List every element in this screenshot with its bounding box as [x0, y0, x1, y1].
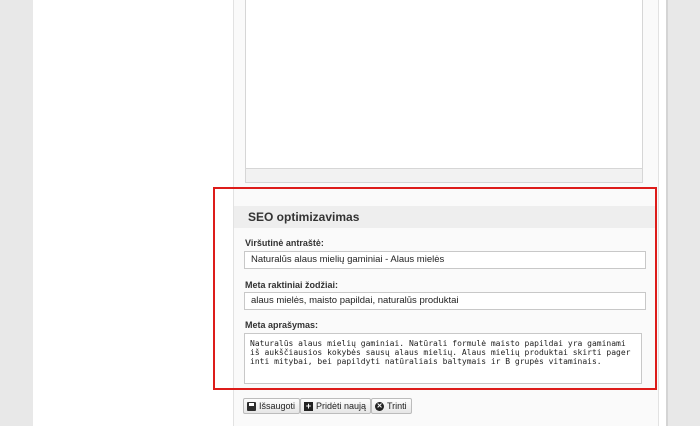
- floppy-disk-icon: [247, 401, 256, 411]
- panel-divider: [666, 0, 668, 426]
- rich-text-editor[interactable]: [245, 0, 643, 169]
- description-textarea[interactable]: Naturalūs alaus mielių gaminiai. Natūral…: [244, 333, 642, 384]
- heading-label: Viršutinė antraštė:: [245, 238, 324, 248]
- add-new-button[interactable]: + Pridėti naują: [300, 398, 372, 414]
- plus-icon: +: [304, 400, 313, 411]
- save-button-label: Išsaugoti: [259, 401, 296, 411]
- description-label: Meta aprašymas:: [245, 320, 319, 330]
- save-button[interactable]: Išsaugoti: [243, 398, 301, 414]
- keywords-label: Meta raktiniai žodžiai:: [245, 280, 339, 290]
- seo-section-header: SEO optimizavimas: [234, 206, 656, 228]
- editor-statusbar: [245, 168, 643, 183]
- keywords-input[interactable]: alaus mielės, maisto papildai, naturalūs…: [244, 292, 646, 310]
- delete-button-label: Trinti: [387, 401, 407, 411]
- heading-input[interactable]: Naturalūs alaus mielių gaminiai - Alaus …: [244, 251, 646, 269]
- add-new-button-label: Pridėti naują: [316, 401, 367, 411]
- description-text: Naturalūs alaus mielių gaminiai. Natūral…: [250, 339, 631, 366]
- delete-button[interactable]: ✕ Trinti: [371, 398, 412, 414]
- close-circle-icon: ✕: [375, 401, 384, 411]
- seo-section-title: SEO optimizavimas: [248, 210, 360, 224]
